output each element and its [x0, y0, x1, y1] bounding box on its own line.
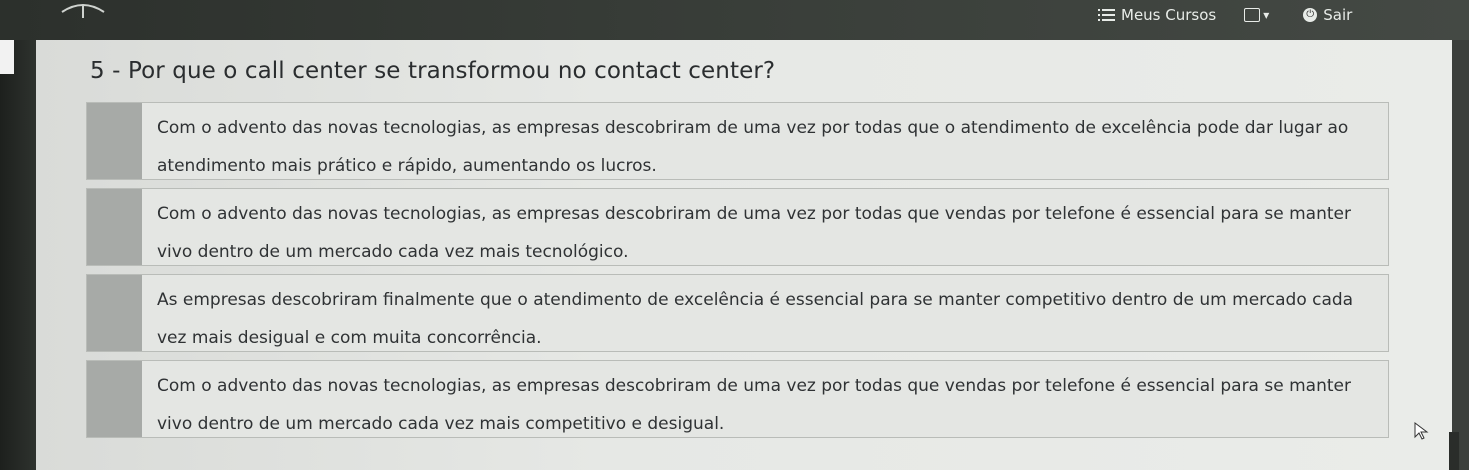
- answer-option-3[interactable]: As empresas descobriram finalmente que o…: [86, 274, 1389, 352]
- top-arc-shape: [61, 4, 105, 18]
- option-selector-stripe[interactable]: [87, 103, 142, 179]
- option-text: Com o advento das novas tecnologias, as …: [157, 376, 1351, 434]
- right-bezel: [1452, 40, 1469, 470]
- mouse-cursor-icon: [1414, 422, 1429, 440]
- option-selector-stripe[interactable]: [87, 189, 142, 265]
- exit-link[interactable]: ⏻ Sair: [1303, 6, 1352, 24]
- answer-option-4[interactable]: Com o advento das novas tecnologias, as …: [86, 360, 1389, 438]
- my-courses-label: Meus Cursos: [1121, 6, 1217, 24]
- left-bezel: [0, 0, 36, 470]
- option-text: As empresas descobriram finalmente que o…: [157, 290, 1354, 348]
- power-icon: ⏻: [1303, 8, 1318, 22]
- language-flag-icon: [1244, 8, 1261, 22]
- chevron-down-icon: ▾: [1263, 8, 1270, 22]
- language-selector[interactable]: ▾: [1244, 8, 1269, 22]
- option-text: Com o advento das novas tecnologias, as …: [157, 118, 1349, 176]
- exit-label: Sair: [1323, 6, 1353, 24]
- right-bezel-bar: [1449, 432, 1459, 470]
- option-selector-stripe[interactable]: [87, 361, 142, 437]
- option-selector-stripe[interactable]: [87, 275, 142, 351]
- header-menu: Meus Cursos ▾ ⏻ Sair: [1098, 6, 1352, 24]
- option-text: Com o advento das novas tecnologias, as …: [157, 204, 1351, 262]
- top-navigation-bar: Meus Cursos ▾ ⏻ Sair: [0, 0, 1469, 40]
- answer-option-1[interactable]: Com o advento das novas tecnologias, as …: [86, 102, 1389, 180]
- answer-option-2[interactable]: Com o advento das novas tecnologias, as …: [86, 188, 1389, 266]
- question-title: 5 - Por que o call center se transformou…: [90, 58, 776, 84]
- list-icon: [1098, 9, 1115, 21]
- my-courses-link[interactable]: Meus Cursos: [1098, 6, 1216, 24]
